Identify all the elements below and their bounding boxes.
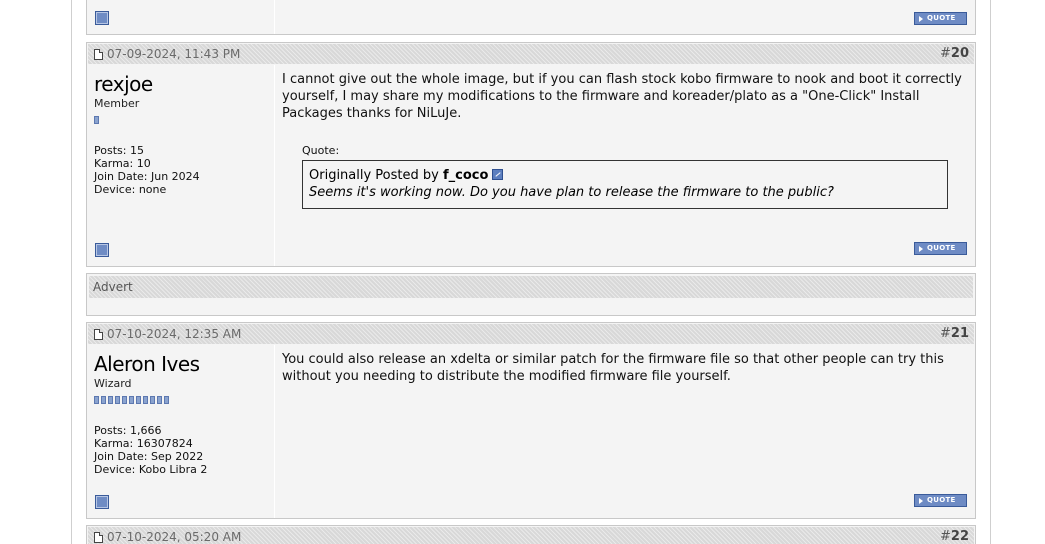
reputation-pip (150, 396, 155, 404)
username-link[interactable]: rexjoe (94, 71, 267, 97)
reputation-pip (136, 396, 141, 404)
reputation-pip (115, 396, 120, 404)
report-post-button[interactable] (95, 243, 109, 257)
reputation-bar (94, 116, 267, 124)
quote-block: Quote: Originally Posted by f_coco Seems… (302, 144, 948, 209)
report-post-button[interactable] (95, 11, 109, 25)
user-info: Aleron Ives Wizard Posts: 1,666 Karma: 1… (87, 345, 275, 518)
quote-box: Originally Posted by f_coco Seems it's w… (302, 160, 948, 209)
reputation-pip (101, 396, 106, 404)
message-text: You could also release an xdelta or simi… (282, 352, 944, 384)
post-header: 07-09-2024, 11:43 PM #20 (87, 43, 975, 65)
quote-button[interactable]: QUOTE (914, 494, 967, 507)
user-posts: Posts: 1,666 (94, 424, 162, 437)
user-karma: Karma: 10 (94, 157, 151, 170)
post-20: 07-09-2024, 11:43 PM #20 rexjoe Member P… (86, 42, 976, 267)
report-post-button[interactable] (95, 495, 109, 509)
user-karma: Karma: 16307824 (94, 437, 193, 450)
username-link[interactable]: Aleron Ives (94, 351, 267, 377)
post-header: 07-10-2024, 05:20 AM #22 (87, 526, 975, 544)
post-date: 07-10-2024, 12:35 AM (107, 327, 242, 341)
user-join-date: Join Date: Sep 2022 (94, 450, 204, 463)
reputation-pip (122, 396, 127, 404)
reputation-pip (108, 396, 113, 404)
advert-block: Advert (86, 273, 976, 316)
advert-label: Advert (89, 276, 973, 298)
reputation-pip (129, 396, 134, 404)
quote-button[interactable]: QUOTE (914, 12, 967, 25)
user-info: rexjoe Member Posts: 15 Karma: 10 Join D… (87, 65, 275, 266)
post-22: 07-10-2024, 05:20 AM #22 (86, 525, 976, 544)
post-date: 07-09-2024, 11:43 PM (107, 47, 241, 61)
post-status-icon (94, 328, 103, 340)
post-message: You could also release an xdelta or simi… (275, 345, 975, 518)
user-device: Device: Kobo Libra 2 (94, 463, 208, 476)
reputation-pip (143, 396, 148, 404)
quote-button[interactable]: QUOTE (914, 242, 967, 255)
user-stats: Posts: 15 Karma: 10 Join Date: Jun 2024 … (94, 144, 267, 196)
user-join-date: Join Date: Jun 2024 (94, 170, 200, 183)
reputation-pip (94, 396, 99, 404)
quote-text: Seems it's working now. Do you have plan… (309, 185, 834, 200)
reputation-pip (164, 396, 169, 404)
post-message: I cannot give out the whole image, but i… (275, 65, 975, 266)
post-status-icon (94, 531, 103, 543)
message-text: I cannot give out the whole image, but i… (282, 72, 962, 121)
post-date: 07-10-2024, 05:20 AM (107, 530, 242, 544)
user-device: Device: none (94, 183, 167, 196)
user-title: Member (94, 97, 140, 110)
post-number-link[interactable]: #20 (940, 46, 969, 61)
post-header: 07-10-2024, 12:35 AM #21 (87, 323, 975, 345)
post-21: 07-10-2024, 12:35 AM #21 Aleron Ives Wiz… (86, 322, 976, 519)
quote-author: f_coco (442, 168, 489, 183)
post-number-link[interactable]: #21 (940, 326, 969, 341)
user-title: Wizard (94, 377, 132, 390)
view-post-icon[interactable] (492, 169, 504, 180)
post-status-icon (94, 48, 103, 60)
post-number-link[interactable]: #22 (940, 529, 969, 544)
reputation-bar (94, 396, 267, 404)
user-posts: Posts: 15 (94, 144, 144, 157)
quote-attribution: Originally Posted by (309, 168, 439, 183)
post-prev: QUOTE (86, 0, 976, 35)
reputation-pip (94, 116, 99, 124)
quote-label: Quote: (302, 144, 340, 157)
reputation-pip (157, 396, 162, 404)
user-stats: Posts: 1,666 Karma: 16307824 Join Date: … (94, 424, 267, 476)
